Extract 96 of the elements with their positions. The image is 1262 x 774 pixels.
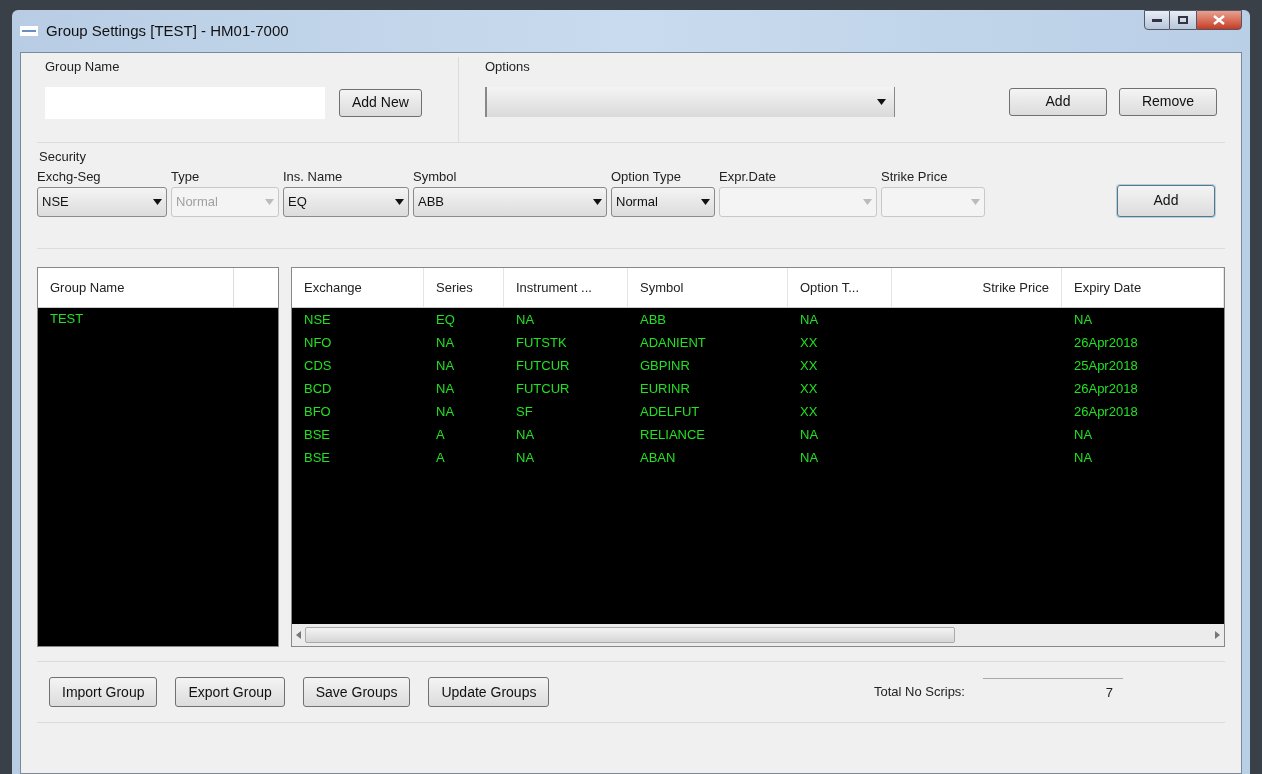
table-cell-text: ADANIENT: [639, 333, 707, 352]
close-button[interactable]: [1196, 10, 1242, 30]
column-header[interactable]: Series: [424, 268, 504, 307]
remove-button[interactable]: Remove: [1119, 87, 1217, 116]
table-cell-text: NA: [515, 448, 536, 467]
dropdown-arrow-icon: [971, 198, 980, 205]
scroll-left-icon[interactable]: [296, 631, 301, 639]
table-cell-text: 26Apr2018: [1073, 333, 1139, 352]
table-cell-text: NFO: [303, 333, 333, 352]
maximize-button[interactable]: [1170, 10, 1196, 30]
add-security-button[interactable]: Add: [1117, 184, 1215, 217]
group-action-button[interactable]: Export Group: [175, 677, 285, 707]
security-dropdown[interactable]: Normal: [611, 186, 715, 217]
add-button[interactable]: Add: [1009, 87, 1107, 116]
group-action-button[interactable]: Update Groups: [428, 677, 550, 707]
column-header[interactable]: Expiry Date: [1062, 268, 1224, 307]
table-cell-text: NA: [799, 425, 820, 444]
table-cell-text: BSE: [303, 448, 331, 467]
dropdown-arrow-icon: [593, 198, 602, 205]
minimize-button[interactable]: [1144, 10, 1170, 30]
field-label: Type: [171, 167, 201, 186]
scroll-right-icon[interactable]: [1215, 631, 1220, 639]
security-dropdown[interactable]: NSE: [37, 186, 167, 217]
table-cell-text: SF: [515, 402, 534, 421]
table-cell-text: NA: [1073, 310, 1094, 329]
table-cell-text: GBPINR: [639, 356, 691, 375]
window-title: Group Settings [TEST] - HM01-7000: [46, 20, 289, 41]
group-row[interactable]: TEST: [38, 308, 278, 330]
table-cell-text: ABB: [639, 310, 667, 329]
table-cell-text: NA: [435, 333, 456, 352]
table-cell-text: NA: [515, 310, 536, 329]
table-cell-text: FUTCUR: [515, 356, 571, 375]
table-cell-text: EURINR: [639, 379, 691, 398]
column-header[interactable]: Symbol: [628, 268, 788, 307]
total-scrips-field: 7: [983, 678, 1123, 706]
group-action-button[interactable]: Save Groups: [302, 677, 411, 707]
table-cell-text: NSE: [303, 310, 332, 329]
dropdown-arrow-icon: [395, 198, 404, 205]
table-cell-text: BSE: [303, 425, 331, 444]
table-cell-text: NA: [515, 425, 536, 444]
table-cell-text: A: [435, 425, 446, 444]
column-header[interactable]: Option T...: [788, 268, 892, 307]
security-label: Security: [38, 148, 87, 166]
add-new-button[interactable]: Add New: [339, 88, 422, 117]
field-label: Symbol: [413, 167, 458, 186]
horizontal-scrollbar[interactable]: [292, 624, 1224, 646]
table-cell-text: XX: [799, 356, 819, 375]
dropdown-arrow-icon: [877, 98, 886, 105]
dropdown-arrow-icon: [863, 198, 872, 205]
options-label: Options: [485, 58, 531, 76]
table-cell-text: BCD: [303, 379, 333, 398]
table-cell-text: XX: [799, 333, 819, 352]
dropdown-arrow-icon: [701, 198, 710, 205]
table-cell-text: 26Apr2018: [1073, 402, 1139, 421]
column-header[interactable]: Strike Price: [892, 268, 1062, 307]
security-dropdown[interactable]: EQ: [283, 186, 409, 217]
column-header[interactable]: Instrument ...: [504, 268, 628, 307]
table-cell-text: NA: [435, 379, 456, 398]
table-cell-text: BFO: [303, 402, 332, 421]
dropdown-arrow-icon: [265, 198, 274, 205]
close-icon: [1213, 15, 1225, 25]
table-cell-text: NA: [799, 448, 820, 467]
field-label: Ins. Name: [283, 167, 344, 186]
table-cell-text: NA: [1073, 425, 1094, 444]
table-cell-text: NA: [435, 356, 456, 375]
table-cell-text: FUTSTK: [515, 333, 568, 352]
table-cell-text: A: [435, 448, 446, 467]
dropdown-arrow-icon: [153, 198, 162, 205]
table-cell-text: CDS: [303, 356, 333, 375]
table-cell-text: EQ: [435, 310, 456, 329]
security-dropdown[interactable]: ABB: [413, 186, 607, 217]
table-cell-text: ADELFUT: [639, 402, 701, 421]
app-icon: [20, 26, 38, 36]
table-cell-text: FUTCUR: [515, 379, 571, 398]
field-label: Option Type: [611, 167, 682, 186]
dropdown-value: EQ: [288, 192, 307, 211]
table-cell-text: NA: [1073, 448, 1094, 467]
table-cell-text: XX: [799, 379, 819, 398]
total-scrips-label: Total No Scrips:: [873, 683, 965, 702]
table-cell-text: XX: [799, 402, 819, 421]
table-cell-text: 26Apr2018: [1073, 379, 1139, 398]
group-name-label: Group Name: [45, 58, 121, 76]
field-label: Exchg-Seg: [37, 167, 102, 186]
dropdown-value: NSE: [42, 192, 69, 211]
dropdown-value: ABB: [418, 192, 444, 211]
column-header[interactable]: Exchange: [292, 268, 424, 307]
table-cell-text: ABAN: [639, 448, 677, 467]
table-cell-text: RELIANCE: [639, 425, 707, 444]
dropdown-value: Normal: [616, 192, 658, 211]
dropdown-value: Normal: [176, 192, 218, 211]
field-label: Strike Price: [881, 167, 949, 186]
group-action-button[interactable]: Import Group: [49, 677, 158, 707]
field-label: Expr.Date: [719, 167, 778, 186]
table-cell-text: NA: [799, 310, 820, 329]
table-cell-text: NA: [435, 402, 456, 421]
table-cell-text: 25Apr2018: [1073, 356, 1139, 375]
